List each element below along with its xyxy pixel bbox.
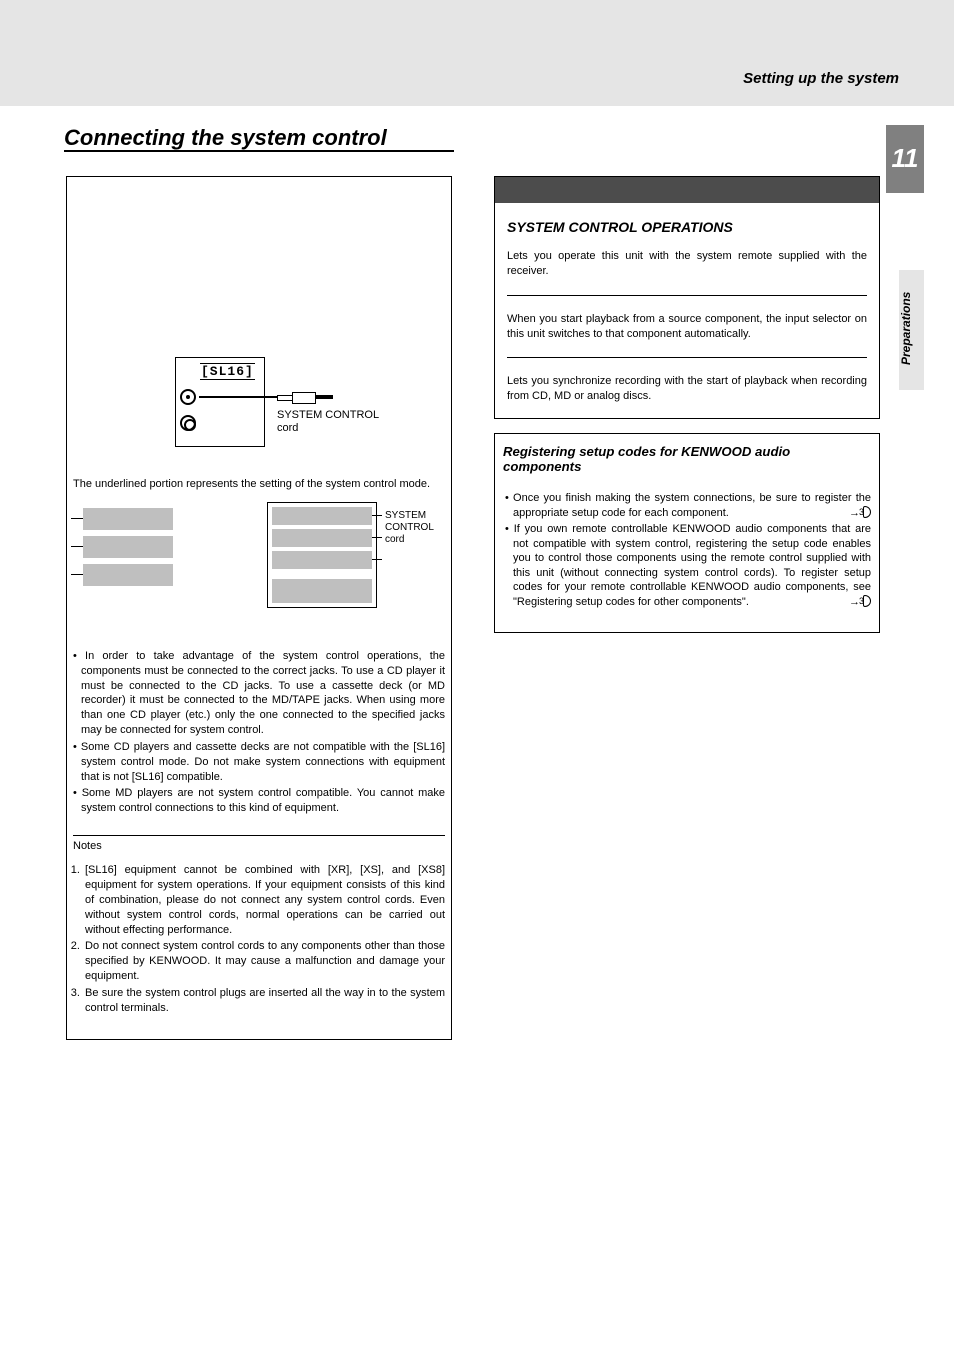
mode-diagram: SYSTEM CONTROL cord [67,498,451,638]
page-ref-badge: 3 [863,506,871,519]
bullet-item: • In order to take advantage of the syst… [73,649,445,738]
system-control-jack-1 [180,389,196,405]
operations-frame: SYSTEM CONTROL OPERATIONS Lets you opera… [494,176,880,419]
operations-heading: SYSTEM CONTROL OPERATIONS [495,203,879,243]
note-item: [SL16] equipment cannot be combined with… [83,863,445,937]
mode-intro-text: The underlined portion represents the se… [67,477,451,492]
cord-line [199,396,279,398]
op-divider [507,295,867,296]
cord-tail [315,395,333,399]
cord-label-2: cord [277,422,298,434]
registering-list: • Once you finish making the system conn… [495,491,879,621]
reg-item: • If you own remote controllable KENWOOD… [513,522,871,609]
operation-auto-input: When you start playback from a source co… [495,306,879,348]
registering-heading: Registering setup codes for KENWOOD audi… [495,434,879,480]
section-title: Connecting the system control [64,125,387,151]
left-column: [SL16] SYSTEM CONTROL cord The underline… [66,170,452,1040]
notes-list: [SL16] equipment cannot be combined with… [67,863,451,1027]
stack-label-1: SYSTEM [385,510,426,521]
page-number-box: 11 [886,125,924,193]
cord-label-1: SYSTEM CONTROL [277,409,379,421]
reg-text-1: • Once you finish making the system conn… [505,492,871,519]
page-ref-badge: 3 [863,595,871,608]
header-band [0,0,954,106]
component-box [272,579,372,603]
mode-stack-left [83,508,173,592]
page-ref-wrap: → 3 [857,506,871,521]
component-box [83,536,173,558]
operation-remote: Lets you operate this unit with the syst… [495,243,879,285]
stack-cord-label: SYSTEM CONTROL cord [385,510,434,546]
bullet-item: • Some MD players are not system control… [73,786,445,816]
stack-label-2: CONTROL [385,522,434,533]
connection-diagram: [SL16] SYSTEM CONTROL cord [67,177,451,477]
sl16-label: [SL16] [200,363,255,380]
right-column: SYSTEM CONTROL OPERATIONS Lets you opera… [494,170,880,633]
component-box [83,564,173,586]
notes-heading: Notes [67,840,451,852]
notes-divider [73,835,445,836]
component-box [272,529,372,547]
reg-item: • Once you finish making the system conn… [513,491,871,520]
page-number: 11 [886,125,924,174]
compatibility-bullets: • In order to take advantage of the syst… [67,649,451,824]
bullet-item: • Some CD players and cassette decks are… [73,740,445,785]
left-frame: [SL16] SYSTEM CONTROL cord The underline… [66,176,452,1040]
operation-sync-rec: Lets you synchronize recording with the … [495,368,879,418]
component-box [83,508,173,530]
note-item: Be sure the system control plugs are ins… [83,986,445,1016]
component-box [272,507,372,525]
side-tab-preparations: Preparations [899,270,924,390]
mode-stack-right [267,502,377,608]
op-divider [507,357,867,358]
system-control-jack-2 [180,415,196,431]
component-box [272,551,372,569]
reg-text-2: • If you own remote controllable KENWOOD… [505,523,871,608]
chapter-heading: Setting up the system [743,70,899,87]
cord-label: SYSTEM CONTROL cord [277,409,379,435]
stack-label-3: cord [385,534,404,545]
page-ref-wrap: → 3 [857,595,871,610]
note-item: Do not connect system control cords to a… [83,939,445,984]
operations-header-bar [495,177,879,203]
registering-frame: Registering setup codes for KENWOOD audi… [494,433,880,633]
title-rule [64,150,454,152]
